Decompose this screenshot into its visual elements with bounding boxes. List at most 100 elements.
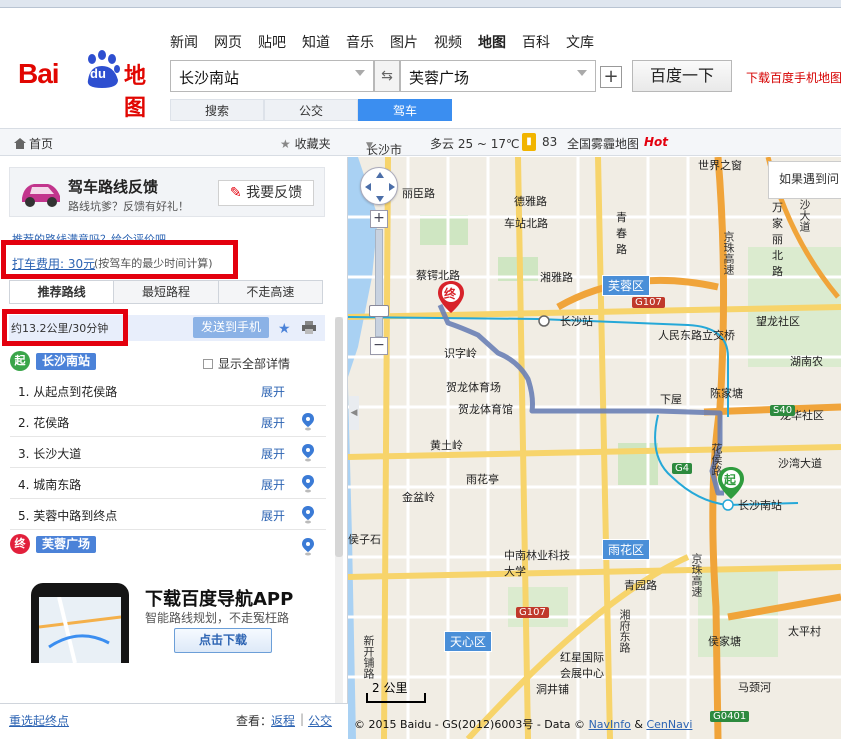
start-marker[interactable]: 起 — [718, 467, 744, 499]
district-label: 天心区 — [444, 631, 493, 652]
home-link[interactable]: 首页 — [14, 135, 53, 152]
zoom-out-button[interactable]: − — [370, 337, 388, 355]
left-toolbar: 首页 ★ 收藏夹 — [0, 128, 348, 156]
nav-link-map[interactable]: 地图 — [478, 32, 506, 51]
download-app-button[interactable]: 点击下载 — [174, 628, 272, 653]
print-icon[interactable] — [302, 321, 316, 334]
tab-transit[interactable]: 公交 — [264, 99, 358, 121]
end-point-row: 终 芙蓉广场 — [10, 534, 326, 558]
chevron-down-icon: ▼ — [366, 141, 373, 151]
location-pin-icon[interactable] — [302, 506, 314, 524]
route-step[interactable]: 3. 长沙大道 展开 — [10, 438, 326, 468]
search-button[interactable]: 百度一下 — [632, 60, 732, 92]
map-label: 侯子石 — [348, 533, 381, 546]
route-step[interactable]: 4. 城南东路 展开 — [10, 469, 326, 499]
start-place-tag[interactable]: 长沙南站 — [36, 353, 97, 370]
add-waypoint-button[interactable]: + — [600, 66, 622, 88]
fog-map-link[interactable]: 全国雾霾地图 — [567, 135, 639, 152]
hot-badge: Hot — [644, 135, 669, 149]
favorite-star-icon[interactable]: ★ — [278, 321, 291, 337]
zoom-slider-thumb[interactable] — [369, 305, 389, 317]
expand-link[interactable]: 展开 — [261, 507, 285, 524]
tab-shortest-route[interactable]: 最短路程 — [114, 281, 219, 303]
destination-input[interactable]: 芙蓉广场 — [400, 60, 596, 92]
location-pin-icon[interactable] — [302, 444, 314, 462]
favorites-link[interactable]: ★ 收藏夹 — [280, 135, 331, 152]
expand-link[interactable]: 展开 — [261, 476, 285, 493]
zoom-slider-track[interactable] — [375, 229, 383, 337]
map-label: 万家丽北路 — [772, 201, 783, 278]
destination-dropdown-icon[interactable] — [577, 70, 587, 76]
tab-drive[interactable]: 驾车 — [358, 99, 452, 121]
road-label: 湘府东路 — [618, 609, 631, 653]
start-badge: 起 — [10, 351, 30, 371]
location-pin-icon[interactable] — [302, 413, 314, 431]
expand-link[interactable]: 展开 — [261, 383, 285, 400]
map-canvas[interactable]: + − 如果遇到问 世界之窗 丽臣路 德雅路 车站北路 湘雅路 蔡锷北路 识字岭… — [348, 157, 841, 739]
download-mobile-map-link[interactable]: 下载百度手机地图 — [746, 69, 841, 86]
map-label: 马颈河 — [738, 681, 771, 694]
transit-link[interactable]: 公交 — [308, 712, 332, 729]
route-step[interactable]: 2. 花侯路 展开 — [10, 407, 326, 437]
send-to-phone-button[interactable]: 发送到手机 — [193, 317, 269, 338]
tab-no-highway[interactable]: 不走高速 — [218, 281, 322, 303]
nav-link-music[interactable]: 音乐 — [346, 32, 374, 51]
road-shield: G4 — [672, 463, 693, 474]
tab-search[interactable]: 搜索 — [170, 99, 264, 121]
nav-link-zhidao[interactable]: 知道 — [302, 32, 330, 51]
tab-recommended-route[interactable]: 推荐路线 — [10, 281, 115, 303]
map-pan-control[interactable] — [360, 167, 398, 205]
nav-link-baike[interactable]: 百科 — [522, 32, 550, 51]
district-label: 雨花区 — [602, 539, 651, 560]
nav-link-web[interactable]: 网页 — [214, 32, 242, 51]
map-label: 青园路 — [624, 579, 657, 592]
nav-link-images[interactable]: 图片 — [390, 32, 418, 51]
expand-link[interactable]: 展开 — [261, 414, 285, 431]
route-step[interactable]: 1. 从起点到花侯路 展开 — [10, 376, 326, 406]
taxi-fare-highlight: 打车费用: 30元 (按驾车的最少时间计算) — [1, 240, 238, 279]
road-shield: G0401 — [710, 711, 750, 722]
origin-dropdown-icon[interactable] — [355, 70, 365, 76]
highway-label: 京珠高速 — [690, 553, 703, 597]
location-pin-icon[interactable] — [302, 475, 314, 493]
map-label: 沙湾大道 — [778, 457, 822, 470]
end-marker[interactable]: 终 — [438, 281, 464, 313]
pan-arrows-icon — [365, 172, 395, 202]
zoom-in-button[interactable]: + — [370, 210, 388, 228]
map-label: 长沙南站 — [738, 499, 782, 512]
map-label: 长沙站 — [560, 315, 593, 328]
show-all-details-checkbox[interactable]: 显示全部详情 — [203, 355, 290, 372]
baidu-logo[interactable]: Bai du 地图 — [18, 44, 158, 121]
nav-link-news[interactable]: 新闻 — [170, 32, 198, 51]
feedback-button[interactable]: ✎ 我要反馈 — [218, 180, 314, 206]
nav-link-wenku[interactable]: 文库 — [566, 32, 594, 51]
map-label: 车站北路 — [504, 217, 548, 230]
map-label: 丽臣路 — [402, 187, 435, 200]
map-notice-popup[interactable]: 如果遇到问 — [768, 161, 841, 199]
road-shield: G107 — [516, 607, 549, 618]
swap-button[interactable]: ⇆ — [374, 60, 400, 92]
product-nav: 新闻 网页 贴吧 知道 音乐 图片 视频 地图 百科 文库 — [170, 32, 610, 51]
mode-tabs: 搜索 公交 驾车 — [170, 99, 452, 121]
taxi-fare-link[interactable]: 打车费用: 30元 — [12, 255, 95, 272]
nav-link-tieba[interactable]: 贴吧 — [258, 32, 286, 51]
return-trip-link[interactable]: 返程 — [271, 712, 295, 729]
expand-link[interactable]: 展开 — [261, 445, 285, 462]
nav-link-video[interactable]: 视频 — [434, 32, 462, 51]
aqi-icon: ▮ — [522, 133, 536, 151]
map-label: 湘雅路 — [540, 271, 573, 284]
map-copyright: © 2015 Baidu - GS(2012)6003号 - Data © Na… — [354, 718, 693, 731]
collapse-panel-button[interactable]: ◀ — [349, 396, 359, 430]
cennavi-link[interactable]: CenNavi — [646, 718, 692, 731]
navinfo-link[interactable]: NavInfo — [589, 718, 631, 731]
end-place-tag[interactable]: 芙蓉广场 — [36, 536, 97, 553]
panel-scroll-thumb[interactable] — [335, 317, 343, 557]
route-search-row: 长沙南站 ⇆ 芙蓉广场 + 百度一下 下载百度手机地图 — [170, 60, 841, 92]
reselect-endpoints-link[interactable]: 重选起终点 — [9, 712, 69, 729]
aqi-value: 83 — [542, 135, 558, 149]
origin-input[interactable]: 长沙南站 — [170, 60, 374, 92]
map-label: 下屋 — [660, 393, 682, 406]
route-step[interactable]: 5. 芙蓉中路到终点 展开 — [10, 500, 326, 530]
start-point-row: 起 长沙南站 显示全部详情 — [10, 351, 326, 375]
location-pin-icon[interactable] — [302, 538, 314, 556]
